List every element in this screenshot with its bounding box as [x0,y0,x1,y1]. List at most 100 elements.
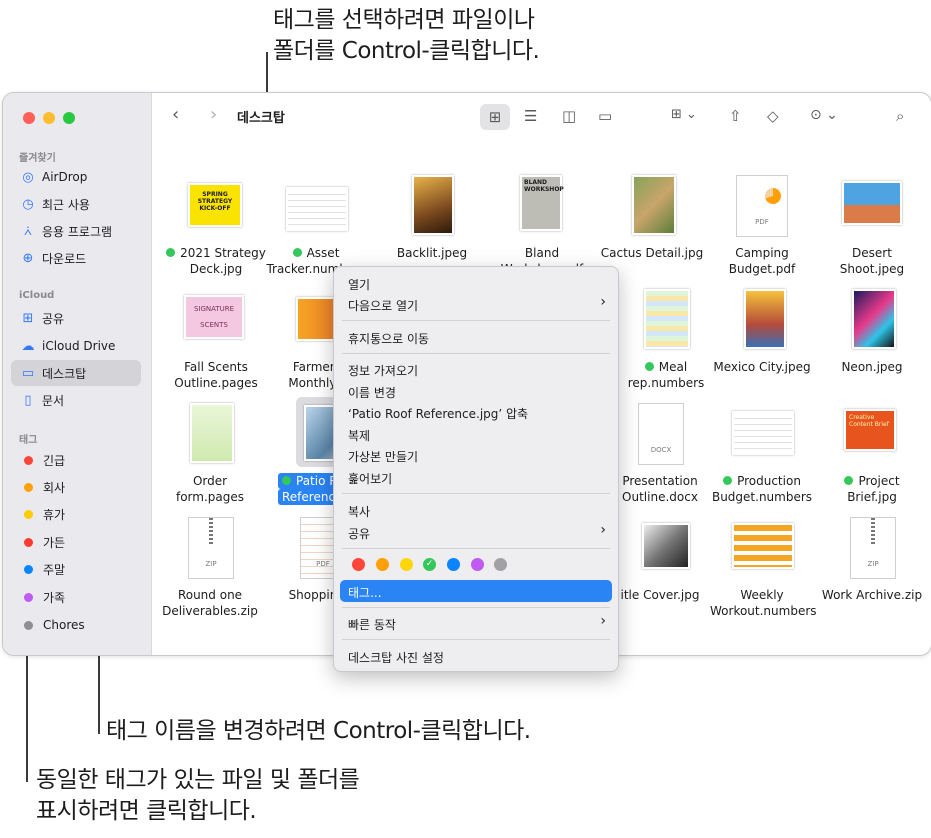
strategy-thumb: SPRING STRATEGY KICK-OFF [188,183,242,227]
sidebar-tag-vacation[interactable]: 휴가 [11,501,141,527]
tag-color-orange[interactable] [376,558,389,571]
sidebar-tag-garden[interactable]: 가든 [11,529,141,555]
sidebar-item-label: 다운로드 [42,251,87,266]
tag-color-purple[interactable] [471,558,484,571]
file-label-line2: Budget.pdf [728,262,796,276]
file-item[interactable]: Order form.pages [158,403,262,505]
close-window-button[interactable] [23,112,35,124]
file-name: Patio R [296,474,338,488]
menu-item-set-desktop-picture[interactable]: 데스크탑 사진 설정 [348,649,444,666]
file-label-line1: Backlit.jpeg [396,246,468,260]
gallery-view-icon[interactable]: ▭ [598,107,612,125]
sidebar-item-airdrop[interactable]: ◎ AirDrop [11,164,141,190]
file-label-line1: Cactus Detail.jpg [600,246,704,260]
tag-dot-green [166,248,176,257]
file-item[interactable]: Neon.jpeg [820,289,924,375]
menu-item-get-info[interactable]: 정보 가져오기 [348,362,418,379]
file-ext-label: DOCX [650,446,672,454]
file-label-line1: Neon.jpeg [841,360,903,374]
more-actions-icon[interactable]: ⊙ ⌄ [810,107,838,123]
tag-color-dot [24,455,33,465]
file-item[interactable]: BLAND WORKSHOP Bland Workshop.pdf [490,175,594,277]
file-ext-label: ZIP [205,560,217,568]
file-item[interactable]: ZIP Work Archive.zip [820,517,924,603]
file-label-line1: Mexico City.jpeg [713,360,811,374]
list-view-icon[interactable]: ☰ [524,107,537,125]
sidebar-tag-work[interactable]: 회사 [11,474,141,500]
sidebar-item-icloud-drive[interactable]: ☁ iCloud Drive [11,333,141,359]
minimize-window-button[interactable] [43,112,55,124]
menu-item-compress[interactable]: ‘Patio Roof Reference.jpg’ 압축 [348,405,528,422]
group-icon[interactable]: ⊞ ⌄ [671,107,697,122]
menu-item-open[interactable]: 열기 [348,276,370,293]
tag-color-red[interactable] [352,558,365,571]
sidebar-item-shared[interactable]: ⊞ 공유 [11,305,141,331]
file-item[interactable]: Backlit.jpeg [380,175,484,261]
file-thumbnail [620,175,684,239]
sidebar-item-documents[interactable]: ▯ 문서 [11,387,141,413]
back-icon[interactable]: ‹ [172,104,179,125]
menu-item-open-with[interactable]: 다음으로 열기 [348,297,418,314]
sidebar-tag-weekend[interactable]: 주말 [11,556,141,582]
menu-item-copy[interactable]: 복사 [348,503,370,520]
file-item[interactable]: Meal rep.numbers [614,289,718,391]
menu-item-quick-look[interactable]: 훑어보기 [348,470,392,487]
menu-item-quick-actions[interactable]: 빠른 동작 [348,616,396,633]
tag-color-yellow[interactable] [400,558,413,571]
tag-color-dot [24,620,33,630]
share-icon[interactable]: ⇧ [729,107,742,125]
toolbar: ‹ › 데스크탑 ⊞ ☰ ◫ ▭ ⊞ ⌄ ⇧ ◇ ⊙ ⌄ ⌕ [152,93,931,141]
sidebar-item-label: 데스크탑 [42,366,87,381]
sidebar-item-desktop[interactable]: ▭ 데스크탑 [11,360,141,386]
file-item[interactable]: itle Cover.jpg [608,517,712,603]
menu-item-rename[interactable]: 이름 변경 [348,384,396,401]
search-icon[interactable]: ⌕ [896,107,904,125]
tag-color-dot [24,564,33,574]
sidebar-tag-urgent[interactable]: 긴급 [11,447,141,473]
file-name: Meal [658,360,688,374]
file-item[interactable]: PDF Camping Budget.pdf [710,175,814,277]
file-item[interactable]: Creative Content Brief Project Brief.jpg [820,403,924,505]
file-item[interactable]: Desert Shoot.jpeg [820,175,924,277]
sidebar-item-label: 가족 [43,590,66,605]
sidebar-item-downloads[interactable]: ⊕ 다운로드 [11,245,141,271]
file-item[interactable]: Weekly Workout.numbers [710,517,817,619]
file-item[interactable]: Asset Tracker.numbers [264,175,368,277]
file-item[interactable]: ZIP Round one Deliverables.zip [158,517,262,619]
file-item[interactable]: SPRING STRATEGY KICK-OFF 2021 Strategy D… [164,175,268,277]
menu-separator [342,493,610,494]
sidebar-item-label: 긴급 [43,453,66,468]
menu-item-tags[interactable]: 태그... [348,584,382,601]
file-item[interactable]: DOCX Presentation Outline.docx [608,403,712,505]
tag-color-blue[interactable] [447,558,460,571]
favorites-header: 즐겨찾기 [19,153,56,164]
sidebar-tag-chores[interactable]: Chores [11,612,141,638]
file-thumbnail [840,289,904,353]
sidebar-tag-family[interactable]: 가족 [11,584,141,610]
file-item[interactable]: SIGNATURE SCENTS Fall Scents Outline.pag… [164,289,268,391]
sidebar-item-applications[interactable]: ⩑ 응용 프로그램 [11,218,141,244]
file-item[interactable]: Mexico City.jpeg [710,289,814,375]
photo-thumb [412,175,454,235]
menu-item-move-to-trash[interactable]: 휴지통으로 이동 [348,330,429,347]
menu-separator [342,607,610,608]
sidebar-item-label: 회사 [43,480,66,495]
icon-view-icon[interactable]: ⊞ [480,104,510,130]
column-view-icon[interactable]: ◫ [562,107,576,125]
sidebar-item-recents[interactable]: ◷ 최근 사용 [11,191,141,217]
cloud-icon: ☁ [21,338,35,354]
forward-icon[interactable]: › [210,104,217,125]
file-item[interactable]: Cactus Detail.jpg [600,175,704,261]
menu-item-duplicate[interactable]: 복제 [348,427,370,444]
tag-icon[interactable]: ◇ [767,107,779,125]
file-label-line2: Outline.docx [622,490,698,504]
pdf-thumb: BLAND WORKSHOP [520,175,564,231]
sidebar-item-label: Chores [43,618,85,632]
menu-item-make-alias[interactable]: 가상본 만들기 [348,448,418,465]
tag-color-gray[interactable] [494,558,507,571]
zoom-window-button[interactable] [63,112,75,124]
menu-item-share[interactable]: 공유 [348,525,370,542]
tag-color-green[interactable]: ✓ [423,558,436,571]
file-thumbnail: SPRING STRATEGY KICK-OFF [184,175,248,239]
file-item[interactable]: Production Budget.numbers [710,403,814,505]
